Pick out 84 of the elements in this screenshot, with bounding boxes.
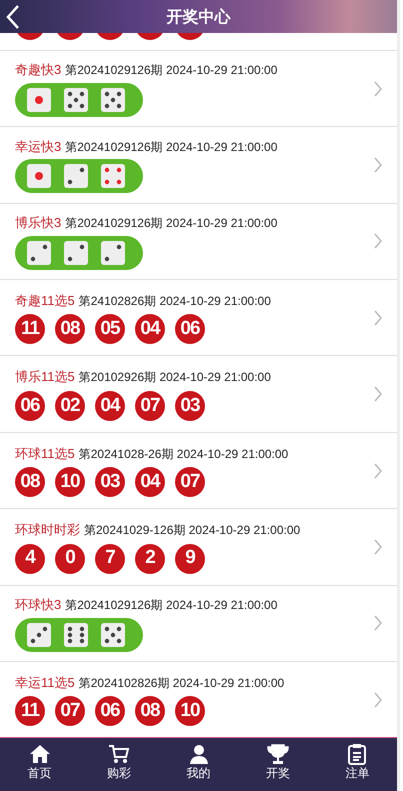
lottery-ball: 9	[175, 544, 205, 574]
chevron-icon	[374, 386, 383, 402]
result-row[interactable]: 奇趣11选5 第24102826期 2024-10-29 21:00:00 11 08 05 04 06	[0, 279, 397, 356]
lottery-ball: 07	[135, 390, 165, 421]
clipboard-icon	[346, 743, 368, 766]
lottery-ball: 4	[15, 544, 45, 574]
lottery-ball: 07	[55, 696, 85, 726]
lottery-ball: 0	[55, 544, 85, 574]
die-icon	[101, 622, 125, 647]
die-icon	[27, 88, 51, 112]
lottery-ball: 7	[95, 544, 125, 574]
result-row[interactable]: 环球11选5 第20241028-26期 2024-10-29 21:00:00 08 10 03 04 07	[0, 432, 397, 508]
lottery-name: 环球时时彩	[15, 521, 80, 540]
die-icon	[64, 88, 88, 112]
lottery-ball: 06	[95, 696, 125, 726]
chevron-icon	[374, 692, 383, 708]
lottery-ball: 06	[15, 390, 45, 421]
chevron-icon	[374, 538, 383, 555]
tab-button[interactable]: 购彩	[79, 738, 159, 791]
lottery-ball: 2	[135, 544, 165, 574]
tab-button[interactable]: 注单	[318, 738, 398, 791]
die-icon	[27, 240, 51, 265]
lottery-ball: 11	[15, 314, 45, 344]
lottery-ball: 04	[95, 390, 125, 421]
lottery-ball: 02	[55, 390, 85, 421]
page-title: 开奖中心	[166, 7, 230, 26]
result-row[interactable]: 奇趣快3 第20241029126期 2024-10-29 21:00:00	[0, 50, 397, 126]
lottery-ball: 11	[15, 696, 45, 726]
draw-info: 第20241029126期 2024-10-29 21:00:00	[65, 215, 278, 232]
lottery-name: 奇趣11选5	[15, 292, 75, 310]
chevron-icon	[374, 156, 383, 173]
die-icon	[27, 622, 51, 647]
chevron-icon	[374, 80, 383, 97]
lottery-name: 幸运快3	[15, 138, 62, 156]
die-icon	[101, 240, 125, 265]
lottery-ball: 04	[135, 467, 165, 498]
lottery-ball: 10	[55, 467, 85, 498]
lottery-ball: 05	[95, 314, 125, 344]
result-row[interactable]: 博乐快3 第20241029126期 2024-10-29 21:00:00	[0, 202, 397, 280]
lottery-name: 博乐11选5	[15, 368, 75, 386]
tab-button[interactable]: 开奖	[238, 738, 318, 791]
chevron-icon	[374, 462, 383, 478]
lottery-ball: 07	[175, 467, 205, 498]
lottery-name: 奇趣快3	[15, 61, 62, 80]
lottery-ball: 08	[55, 314, 85, 344]
lottery-ball: 06	[175, 314, 205, 344]
trophy-icon	[266, 743, 289, 766]
chevron-icon	[374, 615, 383, 632]
result-row[interactable]: 环球快3 第20241029126期 2024-10-29 21:00:00	[0, 584, 397, 661]
lottery-ball: 04	[135, 314, 165, 344]
lottery-name: 幸运11选5	[15, 674, 75, 692]
die-icon	[101, 164, 125, 188]
die-icon	[64, 622, 88, 647]
draw-info: 第20241029-126期 2024-10-29 21:00:00	[84, 522, 300, 540]
home-icon	[28, 743, 51, 766]
lottery-ball: 08	[15, 467, 45, 498]
lottery-name: 环球11选5	[15, 444, 75, 463]
draw-info: 第20102926期 2024-10-29 21:00:00	[78, 369, 271, 386]
lottery-name: 环球快3	[15, 596, 62, 614]
result-row[interactable]: 幸运快3 第20241029126期 2024-10-29 21:00:00	[0, 126, 397, 203]
person-icon	[188, 743, 210, 766]
lottery-ball: 03	[95, 467, 125, 498]
draw-info: 第20241028-26期 2024-10-29 21:00:00	[78, 446, 288, 463]
die-icon	[64, 240, 88, 265]
chevron-icon	[374, 310, 383, 326]
draw-info: 第20241029126期 2024-10-29 21:00:00	[65, 597, 278, 614]
tab-button[interactable]: 我的	[158, 738, 238, 791]
lottery-name: 博乐快3	[15, 214, 62, 232]
die-icon	[64, 164, 88, 188]
chevron-icon	[374, 233, 383, 250]
lottery-ball: 03	[175, 390, 205, 421]
lottery-ball: 08	[135, 696, 165, 726]
back-icon[interactable]	[4, 3, 22, 31]
draw-info: 第2024102826期 2024-10-29 21:00:00	[78, 674, 284, 692]
draw-info: 第20241029126期 2024-10-29 21:00:00	[65, 62, 278, 80]
result-row[interactable]: 博乐11选5 第20102926期 2024-10-29 21:00:00 06 02 04 07 03	[0, 355, 397, 432]
die-icon	[27, 164, 51, 188]
draw-info: 第24102826期 2024-10-29 21:00:00	[78, 292, 271, 310]
result-row[interactable]: 环球时时彩 第20241029-126期 2024-10-29 21:00:00 4 0 7 2 9	[0, 508, 397, 585]
die-icon	[101, 88, 125, 112]
tab-button[interactable]: 首页	[0, 738, 80, 791]
cart-icon	[108, 743, 130, 766]
draw-info: 第20241029126期 2024-10-29 21:00:00	[65, 138, 278, 156]
lottery-ball: 10	[175, 696, 205, 726]
